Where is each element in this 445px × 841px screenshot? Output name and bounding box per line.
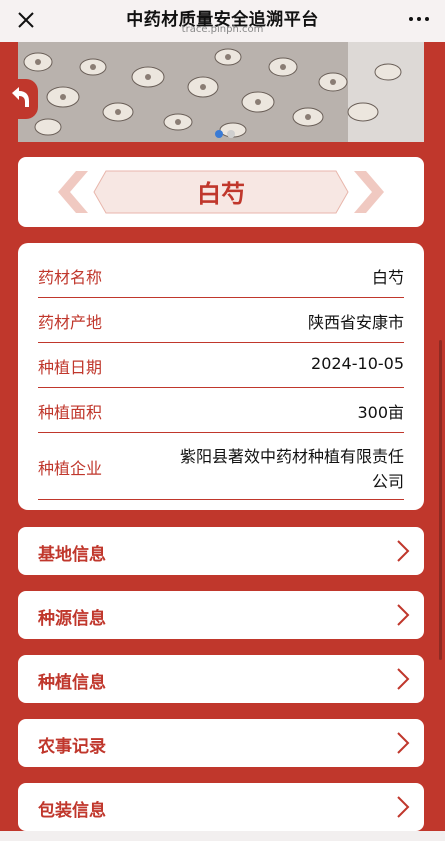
- info-row-company: 种植企业 紫阳县著效中药材种植有限责任 公司: [38, 433, 404, 500]
- info-row-name: 药材名称 白芍: [38, 253, 404, 298]
- info-label: 药材名称: [38, 268, 103, 287]
- section-planting-info[interactable]: 种植信息: [18, 655, 424, 703]
- section-farming-records[interactable]: 农事记录: [18, 719, 424, 767]
- chevron-right-icon: [397, 732, 410, 754]
- scrollbar[interactable]: [439, 340, 442, 660]
- info-value: 2024-10-05: [311, 354, 404, 373]
- info-row-area: 种植面积 300亩: [38, 388, 404, 433]
- more-icon[interactable]: [407, 12, 431, 26]
- bottom-strip: [0, 831, 445, 841]
- carousel-dot-active[interactable]: [215, 130, 223, 138]
- section-label: 包装信息: [38, 801, 106, 821]
- info-value: 300亩: [357, 403, 404, 422]
- chevron-right-icon: [397, 540, 410, 562]
- info-value-line2: 公司: [371, 472, 404, 491]
- herb-info-card: 药材名称 白芍 药材产地 陕西省安康市 种植日期 2024-10-05 种植面积…: [18, 243, 424, 510]
- chevron-right-icon: [397, 796, 410, 818]
- back-button[interactable]: [0, 79, 38, 119]
- page-url: trace.pinph.com: [181, 24, 264, 35]
- chevron-right-icon: [397, 668, 410, 690]
- chevron-right-icon: [397, 604, 410, 626]
- info-value-line1: 紫阳县著效中药材种植有限责任: [179, 447, 404, 466]
- section-seed-source[interactable]: 种源信息: [18, 591, 424, 639]
- section-label: 农事记录: [38, 737, 106, 757]
- section-packaging-info[interactable]: 包装信息: [18, 783, 424, 831]
- section-base-info[interactable]: 基地信息: [18, 527, 424, 575]
- section-label: 基地信息: [38, 545, 106, 565]
- info-row-plant-date: 种植日期 2024-10-05: [38, 343, 404, 388]
- herb-name-title: 白芍: [197, 180, 245, 208]
- back-arrow-icon: [12, 87, 29, 107]
- carousel-indicator: [215, 123, 239, 142]
- section-label: 种植信息: [38, 673, 106, 693]
- info-label: 药材产地: [38, 313, 103, 332]
- herb-name-card: 白芍: [18, 157, 424, 227]
- info-value: 陕西省安康市: [307, 313, 404, 332]
- section-label: 种源信息: [38, 609, 106, 629]
- info-row-origin: 药材产地 陕西省安康市: [38, 298, 404, 343]
- carousel-dot[interactable]: [227, 130, 235, 138]
- top-bar: 中药材质量安全追溯平台 trace.pinph.com: [0, 0, 445, 42]
- info-label: 种植日期: [38, 358, 103, 377]
- info-label: 种植企业: [38, 459, 103, 478]
- info-value: 白芍: [371, 268, 404, 287]
- info-label: 种植面积: [38, 403, 103, 422]
